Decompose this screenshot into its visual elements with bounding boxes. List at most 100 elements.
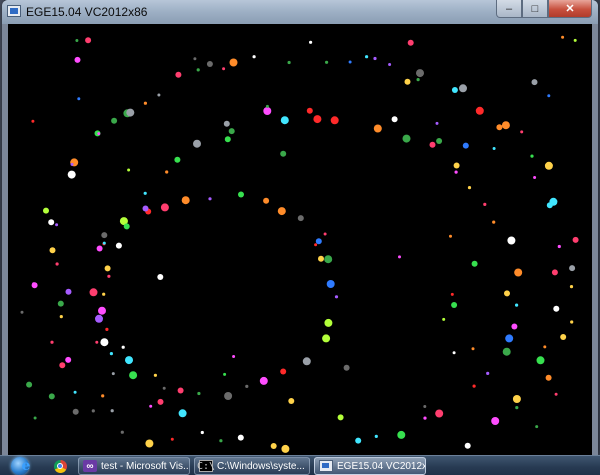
particle	[407, 39, 414, 46]
particle	[520, 130, 524, 134]
particle	[110, 409, 114, 413]
particle	[505, 334, 514, 343]
particle	[149, 404, 153, 408]
particle	[325, 60, 329, 64]
particle	[252, 55, 256, 59]
particle	[504, 290, 510, 297]
particle	[492, 220, 496, 224]
particle	[73, 390, 77, 394]
particle	[120, 430, 124, 434]
particle	[374, 434, 378, 438]
particle	[314, 243, 318, 247]
particle	[281, 444, 290, 453]
particle	[100, 338, 109, 347]
particle	[65, 288, 72, 295]
particle	[97, 132, 101, 136]
window-app-icon[interactable]	[7, 5, 21, 17]
particle	[219, 439, 223, 443]
caption-buttons: – □ ✕	[496, 0, 592, 18]
particle	[223, 372, 227, 376]
particle	[208, 197, 212, 201]
close-button[interactable]: ✕	[548, 0, 592, 18]
particle	[471, 347, 475, 351]
visual-studio-icon: ∞	[83, 460, 97, 472]
particle	[33, 416, 37, 420]
particle	[153, 373, 157, 377]
particle	[323, 232, 327, 236]
task-label: test - Microsoft Vis...	[101, 460, 189, 472]
particle	[557, 244, 561, 249]
particle	[50, 340, 54, 344]
particle	[467, 186, 472, 190]
chrome-icon[interactable]	[52, 458, 68, 474]
particle	[157, 93, 161, 97]
particle	[280, 150, 287, 157]
maximize-button[interactable]: □	[522, 0, 548, 18]
particle	[309, 40, 313, 44]
particle	[471, 260, 478, 267]
particle	[263, 197, 270, 204]
particle	[224, 136, 231, 143]
particle	[436, 138, 443, 144]
particle	[129, 371, 138, 380]
particle	[165, 170, 169, 174]
particle	[193, 139, 201, 148]
particle-layer	[20, 35, 579, 453]
particle	[507, 236, 516, 245]
taskbar-button-ege[interactable]: EGE15.04 VC2012x...	[314, 457, 426, 475]
particle	[270, 443, 277, 449]
particle	[313, 115, 322, 124]
particle	[101, 232, 108, 239]
particle	[102, 292, 106, 296]
ege-app-icon	[319, 460, 333, 472]
internet-explorer-icon[interactable]: e	[18, 458, 34, 474]
particle	[423, 405, 427, 408]
particle	[288, 398, 295, 404]
particle	[326, 280, 335, 288]
particle	[533, 176, 537, 179]
particle	[472, 384, 476, 388]
minimize-button[interactable]: –	[496, 0, 522, 18]
particle	[70, 162, 74, 166]
particle	[365, 55, 369, 59]
particle	[502, 347, 511, 356]
particle	[224, 392, 233, 400]
taskbar-button-visual-studio[interactable]: ∞ test - Microsoft Vis...	[78, 457, 190, 475]
particle	[454, 170, 458, 174]
particle	[105, 327, 109, 331]
particle	[398, 255, 401, 259]
particle	[570, 320, 574, 324]
title-bar[interactable]: EGE15.04 VC2012x86 – □ ✕	[2, 0, 598, 24]
particle	[75, 39, 79, 42]
particle	[238, 191, 244, 198]
app-window: EGE15.04 VC2012x86 – □ ✕	[2, 0, 598, 455]
particle	[72, 408, 79, 415]
particle	[486, 371, 490, 375]
particle	[31, 119, 35, 123]
particle	[337, 414, 344, 421]
particle	[451, 87, 458, 93]
particle	[111, 372, 115, 376]
particle	[464, 442, 471, 449]
maximize-icon: □	[531, 2, 539, 15]
taskbar-button-cmd[interactable]: C:\ C:\Windows\syste...	[194, 457, 310, 475]
particle	[59, 362, 66, 369]
particle	[496, 124, 503, 131]
particle	[265, 104, 269, 108]
particle	[175, 71, 182, 78]
close-icon: ✕	[565, 3, 575, 15]
particle	[343, 364, 350, 371]
particle	[435, 121, 439, 125]
particle	[449, 234, 452, 238]
particle	[109, 352, 113, 356]
taskbar: e ∞ test - Microsoft Vis... C:\ C:\Windo…	[0, 455, 600, 475]
particle	[157, 398, 164, 405]
particle	[157, 274, 164, 280]
graphics-canvas[interactable]	[8, 24, 592, 455]
particle	[402, 134, 411, 143]
particle	[245, 384, 249, 388]
particle	[429, 141, 436, 148]
particle	[59, 315, 63, 319]
particle	[416, 78, 420, 82]
particle	[223, 120, 230, 127]
